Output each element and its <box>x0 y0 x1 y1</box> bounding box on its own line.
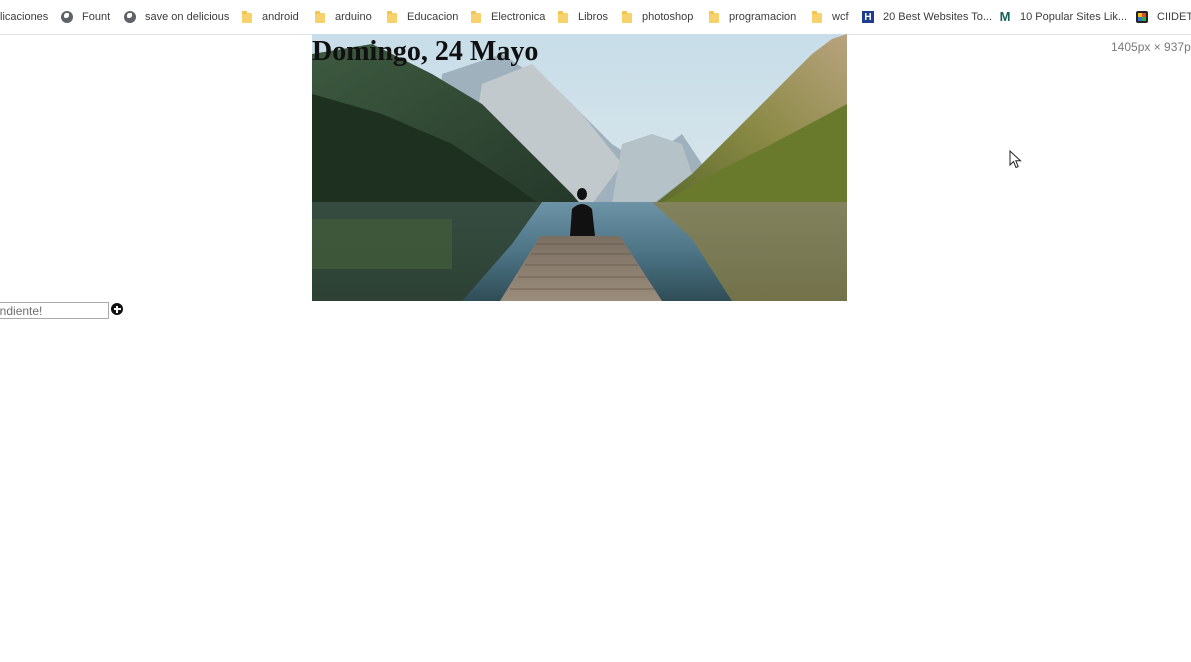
folder-icon <box>621 11 633 23</box>
bookmark-wcf[interactable]: wcf <box>811 0 849 34</box>
bookmark-programacion[interactable]: programacion <box>708 0 796 34</box>
bookmark-label: Electronica <box>491 11 546 23</box>
bookmarks-bar: licaciones Fount save on delicious andro… <box>0 0 1191 35</box>
bookmark-ciidet[interactable]: CIIDET <box>1136 0 1191 34</box>
bookmark-label: Fount <box>82 11 111 23</box>
bookmark-label: save on delicious <box>145 11 230 23</box>
page-title: Domingo, 24 Mayo <box>312 36 539 67</box>
mouse-pointer-icon <box>1009 150 1022 169</box>
add-task-button[interactable] <box>111 303 123 315</box>
m-site-icon: M <box>999 9 1011 24</box>
bookmark-label: CIIDET <box>1157 11 1191 23</box>
viewport-size-indicator: 1405px × 937p <box>1111 40 1191 54</box>
bookmark-label: 10 Popular Sites Lik... <box>1020 11 1128 23</box>
folder-icon <box>811 11 823 23</box>
folder-icon <box>708 11 720 23</box>
bookmark-label: licaciones <box>0 11 49 23</box>
bookmark-aplicaciones[interactable]: licaciones <box>0 0 48 34</box>
bookmark-save-on-delicious[interactable]: save on delicious <box>124 0 229 34</box>
bookmark-educacion[interactable]: Educacion <box>386 0 458 34</box>
bookmark-label: 20 Best Websites To... <box>883 11 993 23</box>
hero-image: Domingo, 24 Mayo <box>312 34 847 301</box>
globe-icon <box>124 11 136 23</box>
bookmark-label: android <box>262 11 299 23</box>
bookmark-fount[interactable]: Fount <box>61 0 110 34</box>
bookmark-arduino[interactable]: arduino <box>314 0 372 34</box>
bookmark-label: photoshop <box>642 11 694 23</box>
bookmark-label: Educacion <box>407 11 459 23</box>
folder-icon <box>557 11 569 23</box>
task-input[interactable] <box>0 302 109 319</box>
bookmark-20-best-websites[interactable]: H 20 Best Websites To... <box>862 0 992 34</box>
bookmark-label: programacion <box>729 11 797 23</box>
folder-icon <box>241 11 253 23</box>
bookmark-label: Libros <box>578 11 608 23</box>
bookmark-photoshop[interactable]: photoshop <box>621 0 693 34</box>
globe-icon <box>61 11 73 23</box>
folder-icon <box>470 11 482 23</box>
folder-icon <box>314 11 326 23</box>
bookmark-libros[interactable]: Libros <box>557 0 608 34</box>
lake-mountain-dock-photo <box>312 34 847 301</box>
folder-icon <box>386 11 398 23</box>
bookmark-label: wcf <box>832 11 849 23</box>
bookmark-label: arduino <box>335 11 372 23</box>
bookmark-electronica[interactable]: Electronica <box>470 0 545 34</box>
bookmark-10-popular-sites[interactable]: M 10 Popular Sites Lik... <box>999 0 1127 34</box>
ciidet-icon <box>1136 11 1148 23</box>
bookmark-android[interactable]: android <box>241 0 299 34</box>
h-site-icon: H <box>862 11 874 23</box>
